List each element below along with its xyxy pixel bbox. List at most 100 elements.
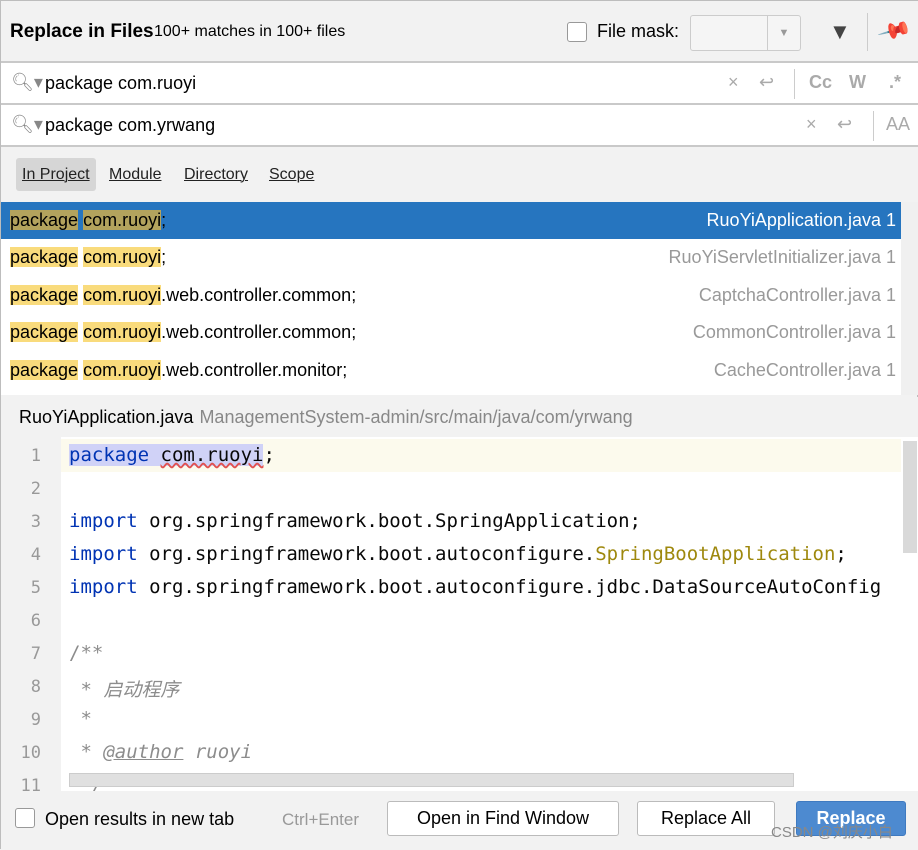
scope-tabs: In Project Module Directory Scope <box>1 147 918 202</box>
line-number: 3 <box>30 512 41 532</box>
code-line: * @author ruoyi <box>69 741 252 763</box>
open-in-find-window-button[interactable]: Open in Find Window <box>387 801 619 836</box>
line-text: ; <box>161 247 167 267</box>
match-text: package <box>10 285 79 305</box>
keyword: import <box>69 510 138 532</box>
replace-all-button[interactable]: Replace All <box>637 801 775 836</box>
line-number: 7 <box>30 644 41 664</box>
code-line: /** <box>69 642 104 664</box>
line-text: .web.controller.monitor; <box>161 360 348 380</box>
code-line: package com.ruoyi; <box>69 444 275 466</box>
match-text: package <box>10 210 79 230</box>
open-new-tab-checkbox[interactable] <box>15 808 35 828</box>
regex-toggle[interactable]: .* <box>889 72 901 93</box>
clear-icon[interactable]: × <box>806 114 817 135</box>
code-line: * <box>69 708 92 730</box>
file-mask-checkbox[interactable] <box>567 22 587 42</box>
divider <box>873 111 874 141</box>
annotation-text: SpringBootApplication <box>595 543 836 565</box>
preserve-case-toggle[interactable]: AA <box>886 114 910 135</box>
horizontal-scrollbar[interactable] <box>69 773 794 787</box>
line-number: 6 <box>30 611 41 631</box>
result-row[interactable]: package com.ruoyi.web.controller.monitor… <box>1 352 901 389</box>
match-case-toggle[interactable]: Cc <box>809 72 832 93</box>
match-text: com.ruoyi <box>83 247 162 267</box>
replace-field[interactable]: 🔍︎▾ package com.yrwang × ↩ AA <box>1 105 918 147</box>
results-list: package com.ruoyi; RuoYiApplication.java … <box>1 202 918 395</box>
keyword: import <box>69 576 138 598</box>
code-text: org.springframework.boot.autoconfigure.j… <box>137 576 882 598</box>
code-line: import org.springframework.boot.autoconf… <box>69 543 847 565</box>
line-text: .web.controller.common; <box>161 322 357 342</box>
tab-directory[interactable]: Directory <box>178 158 254 191</box>
watermark: CSDN @刘庆小白 <box>771 824 893 841</box>
code-text: org.springframework.boot.autoconfigure. <box>137 543 596 565</box>
code-text: ruoyi <box>183 741 253 763</box>
replace-history-icon[interactable]: 🔍︎▾ <box>11 114 43 135</box>
tab-module[interactable]: Module <box>103 158 167 191</box>
match-text: com.ruoyi <box>83 285 162 305</box>
keyword: import <box>69 543 138 565</box>
divider <box>794 69 795 99</box>
match-text: package <box>10 360 79 380</box>
line-number: 8 <box>30 677 41 697</box>
result-row[interactable]: package com.ruoyi.web.controller.common;… <box>1 277 901 314</box>
tab-in-project[interactable]: In Project <box>16 158 96 191</box>
match-text: package <box>10 247 79 267</box>
replace-input[interactable]: package com.yrwang <box>45 115 215 136</box>
code-preview[interactable]: 1 2 3 4 5 6 7 8 9 10 11 package com.ruoy… <box>1 437 918 791</box>
code-text: * <box>69 741 104 763</box>
pin-icon[interactable]: 📌 <box>876 13 913 49</box>
result-file: RuoYiApplication.java 1 <box>706 210 896 230</box>
match-text: com.ruoyi <box>160 444 264 466</box>
newline-icon[interactable]: ↩ <box>837 114 852 135</box>
filter-icon[interactable]: ▼ <box>829 19 851 45</box>
dialog-footer: Open results in new tab Ctrl+Enter Open … <box>1 791 918 850</box>
result-file: CacheController.java 1 <box>713 360 896 380</box>
match-count: 100+ matches in 100+ files <box>154 23 346 40</box>
code-line: import org.springframework.boot.SpringAp… <box>69 510 641 532</box>
newline-icon[interactable]: ↩ <box>759 72 774 93</box>
preview-file-header: RuoYiApplication.java ManagementSystem-ad… <box>1 397 918 437</box>
result-file: CommonController.java 1 <box>692 322 896 342</box>
line-number: 10 <box>20 743 41 763</box>
code-line: import org.springframework.boot.autoconf… <box>69 576 881 598</box>
doc-tag: @author <box>103 741 184 763</box>
search-history-icon[interactable]: 🔍︎▾ <box>11 72 43 93</box>
result-file: RuoYiServletInitializer.java 1 <box>668 247 896 267</box>
chevron-down-icon: ▼ <box>767 16 800 50</box>
search-field[interactable]: 🔍︎▾ package com.ruoyi × ↩ Cc W .* <box>1 63 918 105</box>
match-text: package <box>10 322 79 342</box>
line-number: 5 <box>30 578 41 598</box>
open-new-tab-label[interactable]: Open results in new tab <box>45 809 234 830</box>
match-text: com.ruoyi <box>83 210 162 230</box>
file-mask-dropdown[interactable]: ▼ <box>690 15 801 51</box>
divider <box>867 13 868 51</box>
preview-file-path: ManagementSystem-admin/src/main/java/com… <box>199 407 633 427</box>
tab-scope[interactable]: Scope <box>263 158 320 191</box>
line-number: 2 <box>30 479 41 499</box>
match-text: com.ruoyi <box>83 360 162 380</box>
words-toggle[interactable]: W <box>849 72 866 93</box>
file-mask-label: File mask: <box>597 21 680 41</box>
match-text: com.ruoyi <box>83 322 162 342</box>
code-text: ; <box>835 543 847 565</box>
line-number: 4 <box>30 545 41 565</box>
line-text: .web.controller.common; <box>161 285 357 305</box>
line-number: 11 <box>20 776 41 791</box>
result-row[interactable]: package com.ruoyi; RuoYiApplication.java … <box>1 202 901 239</box>
search-input[interactable]: package com.ruoyi <box>45 73 196 94</box>
shortcut-hint: Ctrl+Enter <box>282 810 359 829</box>
code-line: * 启动程序 <box>69 679 180 701</box>
dialog-header: Replace in Files 100+ matches in 100+ fi… <box>1 1 918 63</box>
result-row[interactable]: package com.ruoyi; RuoYiServletInitialize… <box>1 239 901 276</box>
clear-icon[interactable]: × <box>728 72 739 93</box>
dialog-title: Replace in Files <box>10 21 154 42</box>
keyword: package <box>69 444 150 466</box>
preview-file-name: RuoYiApplication.java <box>19 407 194 427</box>
line-text: ; <box>161 210 167 230</box>
vertical-scrollbar[interactable] <box>903 441 917 553</box>
result-row[interactable]: package com.ruoyi.web.controller.common;… <box>1 314 901 351</box>
line-number: 9 <box>30 710 41 730</box>
code-text: org.springframework.boot.SpringApplicati… <box>137 510 641 532</box>
